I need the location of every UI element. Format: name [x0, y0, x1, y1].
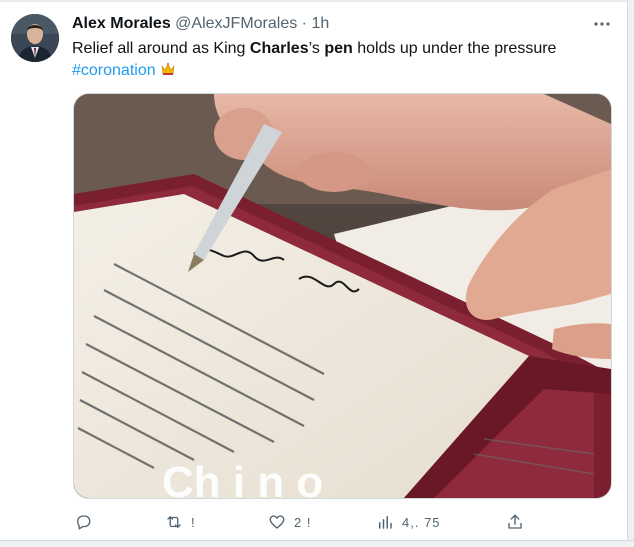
- reply-icon: [77, 515, 91, 530]
- tweet-text-segment: Relief all around as King: [72, 40, 250, 57]
- avatar[interactable]: [11, 14, 59, 62]
- author-name[interactable]: Alex Morales: [72, 15, 171, 32]
- window-right-scrollbar-edge: [627, 0, 634, 547]
- avatar-portrait-icon: [11, 14, 59, 62]
- reply-button[interactable]: [74, 508, 92, 536]
- crown-icon: [161, 63, 175, 75]
- views-count: 4,. 75: [402, 514, 441, 530]
- tweet-text-bold-charles: Charles: [249, 40, 309, 57]
- author-handle[interactable]: @AlexJFMorales: [175, 15, 297, 32]
- window-bottom-border: [0, 540, 634, 547]
- like-button[interactable]: 2 !: [268, 508, 311, 536]
- retweet-button[interactable]: !: [165, 508, 196, 536]
- share-button[interactable]: [506, 508, 524, 536]
- like-count: 2 !: [294, 514, 312, 530]
- tweet-text-line-2: #coronation: [72, 60, 602, 82]
- heart-icon: [269, 515, 285, 529]
- tweet-action-bar: ! 2 ! 4,. 75: [0, 508, 634, 536]
- tweet-text-line-1: Relief all around as King Charles’s pen …: [72, 38, 602, 60]
- media-overlay-caption: Ch i n o: [162, 458, 323, 498]
- tweet-text-bold-pen: pen: [324, 40, 353, 57]
- more-options-button[interactable]: [590, 12, 614, 36]
- more-dots-icon: [594, 22, 610, 26]
- tweet-header: Alex Morales @AlexJFMorales · 1h: [72, 14, 329, 34]
- analytics-icon: [379, 516, 392, 529]
- retweet-icon: [167, 516, 181, 528]
- tweet-text-segment: holds up under the pressure: [352, 40, 557, 57]
- retweet-count: !: [191, 514, 196, 530]
- tweet-media-image[interactable]: Ch i n o: [73, 93, 612, 499]
- king-signing-photo: Ch i n o: [74, 94, 611, 498]
- tweet-text: Relief all around as King Charles’s pen …: [72, 38, 602, 82]
- tweet-text-segment: ’s: [308, 40, 325, 57]
- views-button[interactable]: 4,. 75: [376, 508, 441, 536]
- share-icon: [508, 514, 522, 529]
- window-top-border: [0, 0, 634, 2]
- hashtag-link[interactable]: #coronation: [72, 62, 156, 79]
- tweet-timestamp[interactable]: 1h: [311, 15, 329, 32]
- separator-dot: ·: [301, 15, 307, 32]
